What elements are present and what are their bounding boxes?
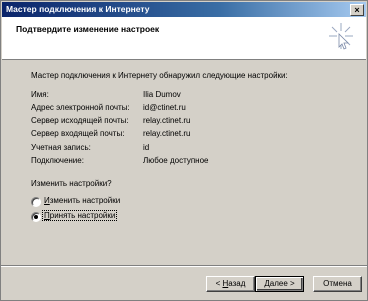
setting-value: Любое доступное (143, 156, 209, 165)
setting-label: Сервер входящей почты: (31, 129, 125, 138)
setting-label: Учетная запись: (31, 143, 91, 152)
setting-value: relay.ctinet.ru (143, 116, 191, 125)
setting-value: Ilia Dumov (143, 90, 181, 99)
radio-label[interactable]: Принять настройки (41, 210, 118, 221)
setting-value: id@ctinet.ru (143, 103, 186, 112)
wizard-header: Подтвердите изменение настроек (2, 17, 366, 60)
wizard-sparkle-icon (329, 23, 353, 50)
radio-dot-icon (34, 215, 38, 219)
setting-label: Сервер исходящей почты: (31, 116, 129, 125)
window-title: Мастер подключения к Интернету (6, 4, 150, 14)
setting-label: Подключение: (31, 156, 84, 165)
radio-button[interactable] (31, 197, 41, 207)
change-settings-question: Изменить настройки? (31, 179, 112, 188)
title-bar[interactable]: Мастер подключения к Интернету × (2, 2, 366, 17)
radio-button-selected[interactable] (31, 212, 41, 222)
wizard-window: Мастер подключения к Интернету × Подтвер… (0, 0, 368, 301)
next-button[interactable]: Далее > (255, 276, 304, 292)
setting-label: Адрес электронной почты: (31, 103, 130, 112)
setting-value: id (143, 143, 150, 152)
radio-label[interactable]: Изменить настройки (43, 196, 121, 205)
setting-value: relay.ctinet.ru (143, 129, 191, 138)
cancel-button[interactable]: Отмена (313, 276, 362, 292)
back-button[interactable]: < Назад (206, 276, 255, 292)
intro-text: Мастер подключения к Интернету обнаружил… (31, 71, 288, 80)
close-icon: × (354, 5, 360, 15)
close-button[interactable]: × (350, 4, 364, 16)
setting-label: Имя: (31, 90, 49, 99)
footer-separator (1, 265, 367, 267)
page-heading: Подтвердите изменение настроек (16, 24, 160, 34)
